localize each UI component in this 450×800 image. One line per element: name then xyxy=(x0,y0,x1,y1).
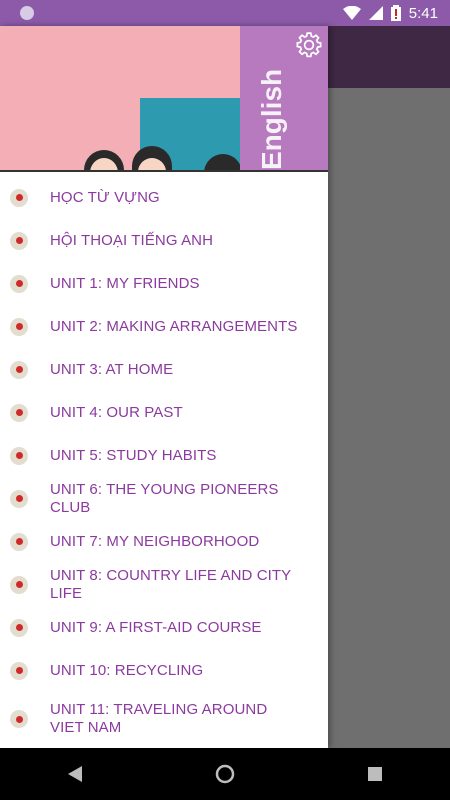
menu-item-label: UNIT 3: AT HOME xyxy=(50,360,174,378)
back-icon xyxy=(68,766,82,782)
menu-item-unit-7[interactable]: UNIT 7: MY NEIGHBORHOOD xyxy=(0,520,328,563)
drawer-menu: HỌC TỪ VỰNG HỘI THOẠI TIẾNG ANH UNIT 1: … xyxy=(0,172,328,744)
menu-item-unit-5[interactable]: UNIT 5: STUDY HABITS xyxy=(0,434,328,477)
menu-item-hoc-tu-vung[interactable]: HỌC TỪ VỰNG xyxy=(0,176,328,219)
menu-item-unit-4[interactable]: UNIT 4: OUR PAST xyxy=(0,391,328,434)
menu-item-label: HỌC TỪ VỰNG xyxy=(50,188,160,206)
system-nav-bar xyxy=(0,748,450,800)
status-icons: 5:41 xyxy=(342,0,438,26)
bullet-icon xyxy=(10,403,28,422)
battery-alert-icon xyxy=(390,5,401,21)
menu-item-label: UNIT 1: MY FRIENDS xyxy=(50,274,200,292)
menu-item-label: UNIT 9: A FIRST-AID COURSE xyxy=(50,618,262,636)
menu-item-label: UNIT 2: MAKING ARRANGEMENTS xyxy=(50,317,298,335)
menu-item-label: UNIT 11: TRAVELING AROUND VIET NAM xyxy=(50,701,268,736)
status-time: 5:41 xyxy=(408,4,438,22)
bullet-icon xyxy=(10,317,28,336)
status-bar: 5:41 xyxy=(0,0,450,26)
menu-item-unit-6[interactable]: UNIT 6: THE YOUNG PIONEERS CLUB xyxy=(0,477,328,520)
cellular-icon xyxy=(368,6,383,20)
back-button[interactable] xyxy=(55,754,95,794)
bullet-icon xyxy=(10,446,28,465)
bullet-icon xyxy=(10,188,28,207)
header-book-title: English xyxy=(256,68,287,170)
bullet-icon xyxy=(10,274,28,293)
bullet-icon xyxy=(10,618,28,637)
bullet-icon xyxy=(10,575,28,594)
notification-dot-icon xyxy=(20,6,34,20)
menu-item-unit-2[interactable]: UNIT 2: MAKING ARRANGEMENTS xyxy=(0,305,328,348)
home-button[interactable] xyxy=(205,754,245,794)
menu-item-unit-10[interactable]: UNIT 10: RECYCLING xyxy=(0,649,328,692)
bullet-icon xyxy=(10,231,28,250)
wifi-icon xyxy=(342,6,361,20)
menu-item-label: HỘI THOẠI TIẾNG ANH xyxy=(50,231,214,249)
menu-item-unit-1[interactable]: UNIT 1: MY FRIENDS xyxy=(0,262,328,305)
bullet-icon xyxy=(10,532,28,551)
home-icon xyxy=(215,764,235,784)
menu-item-label: UNIT 8: COUNTRY LIFE AND CITY LIFE xyxy=(50,566,292,602)
menu-item-label: UNIT 7: MY NEIGHBORHOOD xyxy=(50,532,260,550)
menu-item-label: UNIT 4: OUR PAST xyxy=(50,403,183,421)
bullet-icon xyxy=(10,489,28,508)
recents-button[interactable] xyxy=(355,754,395,794)
menu-item-unit-9[interactable]: UNIT 9: A FIRST-AID COURSE xyxy=(0,606,328,649)
bullet-icon xyxy=(10,710,28,728)
menu-item-unit-8[interactable]: UNIT 8: COUNTRY LIFE AND CITY LIFE xyxy=(0,563,328,606)
menu-item-label: UNIT 6: THE YOUNG PIONEERS CLUB xyxy=(50,480,279,516)
menu-item-label: UNIT 5: STUDY HABITS xyxy=(50,446,217,464)
menu-item-hoi-thoai[interactable]: HỘI THOẠI TIẾNG ANH xyxy=(0,219,328,262)
menu-item-label: UNIT 10: RECYCLING xyxy=(50,661,204,679)
drawer-header: English xyxy=(0,26,328,172)
bullet-icon xyxy=(10,360,28,379)
menu-item-unit-3[interactable]: UNIT 3: AT HOME xyxy=(0,348,328,391)
navigation-drawer: English HỌC TỪ VỰNG HỘI THOẠI TIẾNG ANH … xyxy=(0,26,328,748)
menu-item-unit-11[interactable]: UNIT 11: TRAVELING AROUND VIET NAM xyxy=(0,692,328,744)
gear-icon[interactable] xyxy=(294,30,324,60)
bullet-icon xyxy=(10,661,28,680)
recents-icon xyxy=(368,767,382,781)
